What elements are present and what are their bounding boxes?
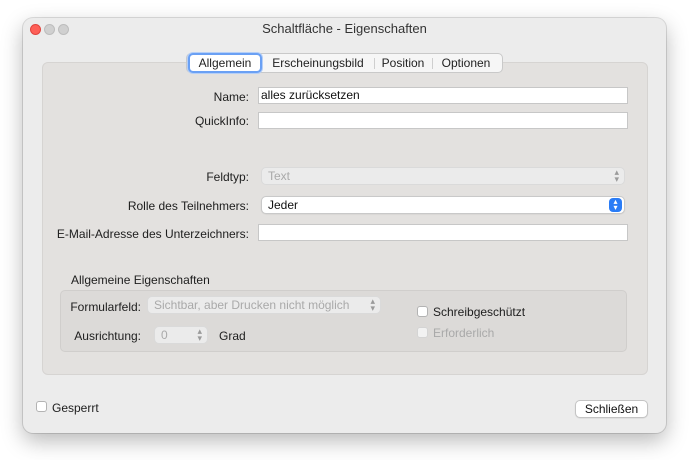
grad-label: Grad [219,329,246,343]
erforderlich-checkbox [417,327,428,338]
window-title: Schaltfläche - Eigenschaften [262,21,427,36]
name-field[interactable]: alles zurücksetzen [258,87,628,104]
gesperrt-label: Gesperrt [52,401,99,415]
name-label: Name: [213,90,249,104]
close-button[interactable]: Schließen [575,400,648,418]
chevron-updown-icon: ▴ ▾ [609,198,622,212]
general-properties-title: Allgemeine Eigenschaften [71,273,210,287]
ausrichtung-select: 0 ▴ ▾ [154,326,208,344]
tab-optionen[interactable]: Optionen [432,54,500,72]
email-field[interactable] [258,224,628,241]
gesperrt-checkbox[interactable] [36,401,47,412]
schreibgeschuetzt-checkbox[interactable] [417,306,428,317]
tab-bar: Allgemein Erscheinungsbild Position Opti… [186,53,503,73]
quickinfo-label: QuickInfo: [194,114,249,128]
title-bar: Schaltfläche - Eigenschaften [23,18,666,40]
rolle-value: Jeder [268,198,299,212]
tab-erscheinungsbild[interactable]: Erscheinungsbild [262,54,374,72]
feldtyp-label: Feldtyp: [206,170,249,184]
feldtyp-value: Text [268,169,291,183]
formularfeld-label: Formularfeld: [70,300,141,314]
ausrichtung-label: Ausrichtung: [74,329,141,343]
chevron-updown-icon: ▴ ▾ [197,326,202,343]
quickinfo-field[interactable] [258,112,628,129]
chevron-updown-icon: ▴ ▾ [370,296,375,313]
chevron-updown-icon: ▴ ▾ [614,167,619,184]
ausrichtung-value: 0 [161,328,168,342]
properties-window: Schaltfläche - Eigenschaften Allgemein E… [23,18,666,433]
erforderlich-label: Erforderlich [433,326,495,340]
formularfeld-value: Sichtbar, aber Drucken nicht möglich [154,298,350,312]
formularfeld-select: Sichtbar, aber Drucken nicht möglich ▴ ▾ [147,296,381,314]
feldtyp-select: Text ▴ ▾ [261,167,625,185]
tab-allgemein[interactable]: Allgemein [188,53,262,73]
rolle-label: Rolle des Teilnehmers: [127,199,249,213]
rolle-select[interactable]: Jeder ▴ ▾ [261,196,625,214]
schreibgeschuetzt-label: Schreibgeschützt [433,305,526,319]
tab-position[interactable]: Position [374,54,432,72]
email-label: E-Mail-Adresse des Unterzeichners: [56,227,249,241]
